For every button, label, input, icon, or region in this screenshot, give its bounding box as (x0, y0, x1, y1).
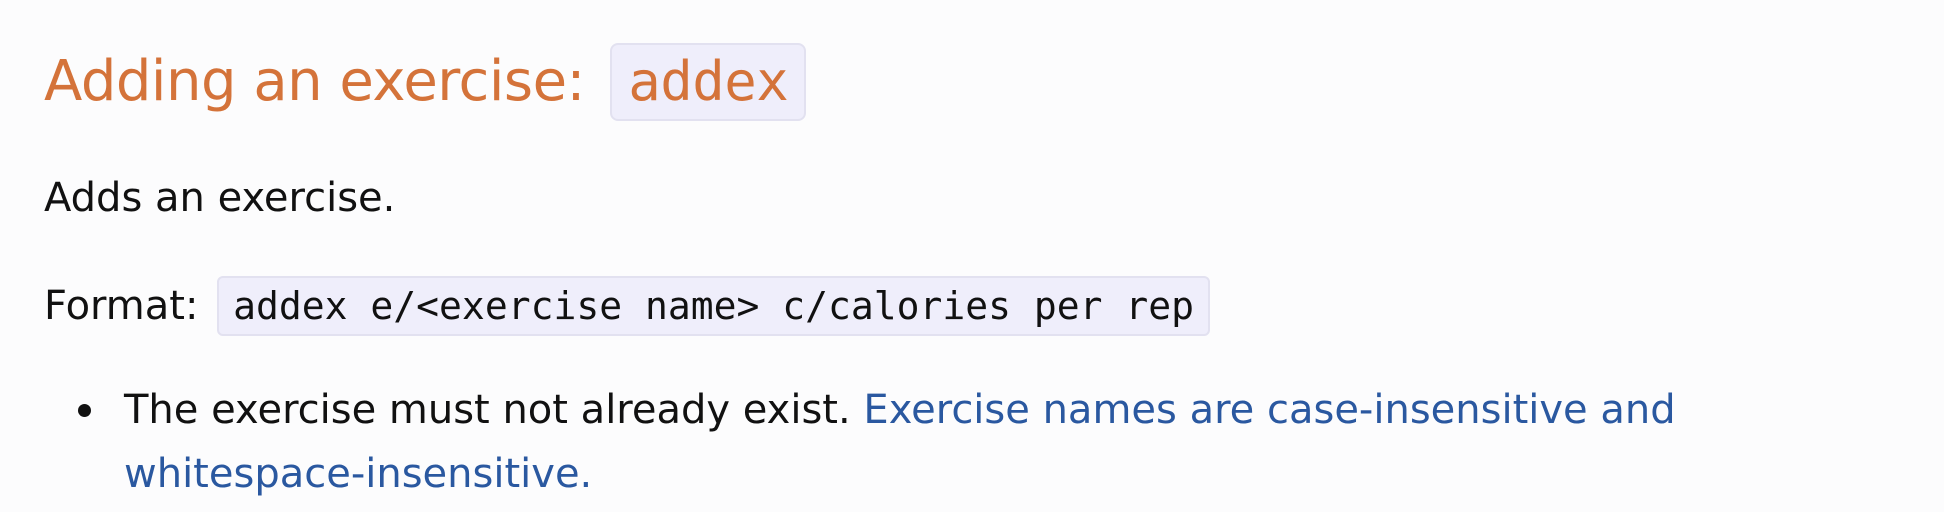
constraints-list: The exercise must not already exist. Exe… (0, 378, 1944, 506)
section-heading-text: Adding an exercise: (44, 49, 603, 114)
command-code: addex (610, 43, 807, 121)
description-text: Adds an exercise. (44, 175, 396, 221)
section-heading: Adding an exercise: addex (44, 42, 807, 122)
document-page: Adding an exercise: addex Adds an exerci… (0, 0, 1944, 512)
format-line: Format: addex e/<exercise name> c/calori… (44, 274, 1211, 338)
bullet-icon (78, 404, 91, 417)
list-item-text: The exercise must not already exist. (124, 387, 864, 433)
format-label: Format: (44, 283, 212, 329)
format-code: addex e/<exercise name> c/calories per r… (217, 276, 1211, 336)
list-item: The exercise must not already exist. Exe… (0, 378, 1944, 506)
